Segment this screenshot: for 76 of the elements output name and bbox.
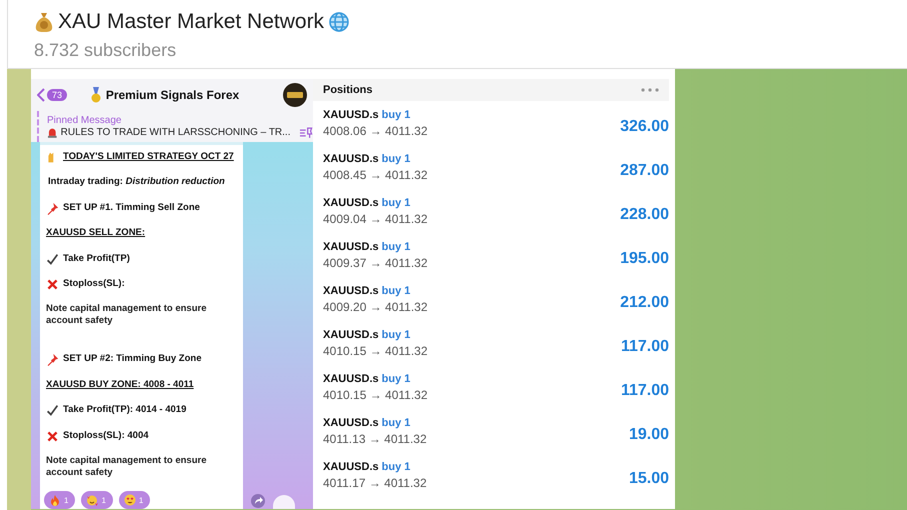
symbol-text: XAUUSD.s — [323, 416, 379, 428]
heading-text: XAUUSD BUY ZONE: 4008 - 4011 — [46, 378, 194, 390]
price-range: 4010.15 → 4011.32 — [323, 388, 428, 402]
price-range: 4009.20 → 4011.32 — [323, 300, 428, 314]
price-range: 4009.37 → 4011.32 — [323, 256, 428, 270]
pinned-label: Pinned Message — [47, 114, 122, 126]
profit-value: 15.00 — [628, 469, 669, 488]
price-range: 4008.45 → 4011.32 — [323, 168, 428, 182]
medal-icon — [90, 87, 101, 103]
subscriber-count: 8.732 subscribers — [34, 40, 178, 60]
note-text: Note capital management to ensure account safety — [46, 455, 208, 479]
order-side: buy 1 — [382, 460, 410, 472]
profit-value: 326.00 — [620, 117, 669, 136]
price-range: 4011.13 → 4011.32 — [323, 432, 427, 446]
symbol-text: XAUUSD.s — [323, 240, 379, 252]
symbol-text: XAUUSD.s — [323, 196, 379, 208]
price-range: 4009.04 → 4011.32 — [323, 212, 428, 226]
symbol-text: XAUUSD.s — [323, 108, 379, 120]
profit-value: 228.00 — [620, 205, 669, 224]
cross-icon — [46, 278, 59, 292]
reaction-chip[interactable]: 1 — [81, 491, 113, 509]
globe-icon — [328, 10, 350, 32]
symbol-text: XAUUSD.s — [323, 328, 379, 340]
order-side: buy 1 — [382, 240, 410, 252]
pin-list-icon — [299, 126, 313, 138]
message-line: SET UP #1. Timming Sell Zone — [63, 202, 200, 213]
channel-title: XAU Master Market Network — [58, 10, 324, 34]
order-side: buy 1 — [382, 372, 410, 384]
unread-badge[interactable]: 73 — [47, 89, 68, 101]
siren-icon — [47, 127, 58, 138]
profit-value: 117.00 — [620, 381, 669, 400]
order-side: buy 1 — [382, 328, 410, 340]
hearts-emoji-icon — [86, 494, 98, 506]
share-icon — [251, 494, 265, 508]
symbol-text: XAUUSD.s — [323, 372, 379, 384]
price-range: 4008.06 → 4011.32 — [323, 124, 428, 138]
order-side: buy 1 — [382, 152, 410, 164]
back-icon — [37, 88, 45, 102]
reaction-chip[interactable]: 1 — [118, 491, 150, 509]
order-side: buy 1 — [382, 416, 410, 428]
symbol-text: XAUUSD.s — [323, 460, 379, 472]
message-line: Take Profit(TP) — [63, 252, 130, 264]
message-line: SET UP #2: Timming Buy Zone — [63, 353, 202, 364]
note-text: Note capital management to ensure account safety — [46, 303, 208, 328]
more-icon — [641, 88, 659, 92]
profit-value: 19.00 — [628, 425, 669, 444]
positions-title: Positions — [323, 84, 373, 96]
heading-text: TODAY'S LIMITED STRATEGY OCT 27 — [63, 151, 234, 162]
reaction-chip[interactable]: 1 — [44, 491, 76, 509]
profit-value: 287.00 — [620, 161, 669, 180]
heading-text: XAUUSD SELL ZONE: — [46, 227, 146, 238]
message-line: Stoploss(SL): — [63, 278, 125, 290]
order-side: buy 1 — [382, 284, 410, 296]
money-bag-icon — [34, 10, 54, 32]
round-button[interactable] — [273, 495, 295, 509]
check-icon — [46, 404, 59, 418]
pushpin-icon — [46, 353, 59, 366]
profit-value: 117.00 — [620, 337, 669, 356]
check-icon — [46, 252, 59, 266]
pinned-message[interactable]: RULES TO TRADE WITH LARSSCHONING – TR... — [60, 127, 290, 138]
symbol-text: XAUUSD.s — [323, 284, 379, 296]
price-range: 4011.17 → 4011.32 — [323, 476, 427, 490]
price-range: 4010.15 → 4011.32 — [323, 344, 428, 358]
cross-icon — [46, 430, 59, 443]
message-line: Stoploss(SL): 4004 — [63, 430, 149, 441]
symbol-text: XAUUSD.s — [323, 152, 379, 164]
order-side: buy 1 — [382, 108, 410, 120]
pushpin-icon — [46, 202, 59, 215]
profit-value: 212.00 — [620, 293, 669, 312]
heart-eyes-emoji-icon — [124, 494, 136, 506]
message-line: Take Profit(TP): 4014 - 4019 — [63, 404, 186, 416]
profit-value: 195.00 — [620, 249, 669, 268]
order-side: buy 1 — [382, 196, 410, 208]
chat-title: Premium Signals Forex — [106, 88, 240, 102]
fire-emoji-icon — [49, 494, 61, 506]
message-line: Intraday trading: Distribution reduction — [48, 176, 225, 188]
